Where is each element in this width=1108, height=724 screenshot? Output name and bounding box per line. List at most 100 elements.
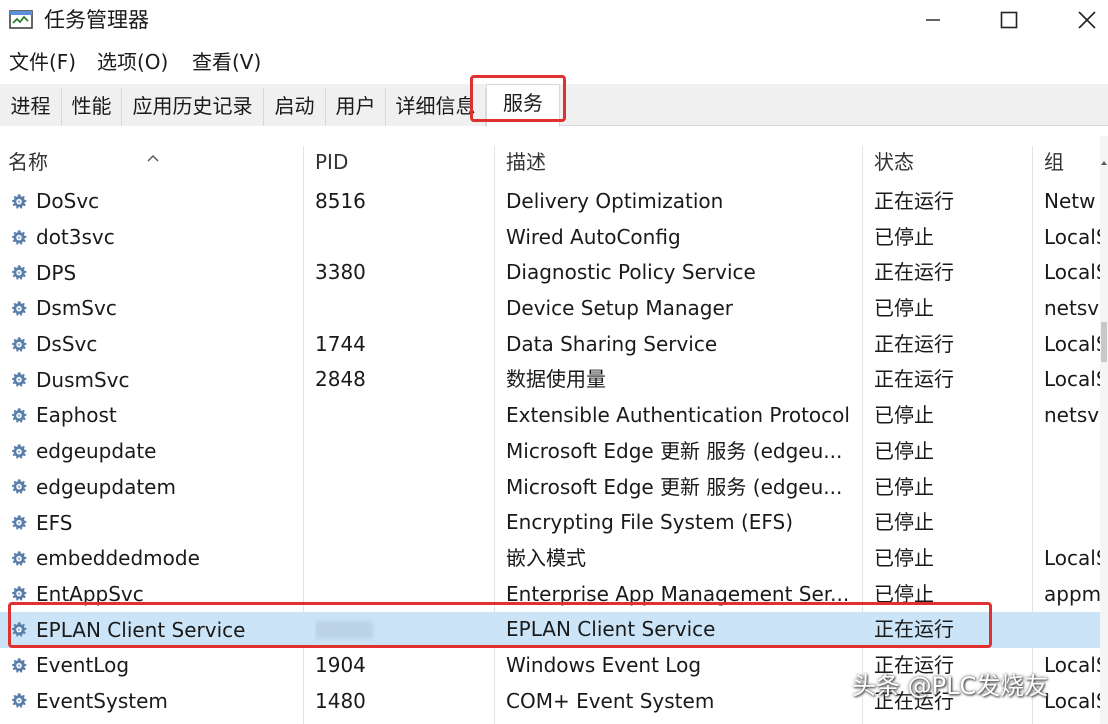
column-header-description[interactable]: 描述 (498, 144, 860, 180)
service-group: LocalS (1044, 331, 1100, 356)
service-gear-icon (11, 550, 27, 566)
service-gear-icon (11, 622, 27, 637)
service-gear-icon (11, 586, 27, 602)
close-icon (1078, 11, 1096, 29)
service-name: EFS (36, 510, 73, 535)
table-row[interactable]: EPLAN Client Service EPLAN Client Servic… (0, 612, 1100, 648)
tab-details[interactable]: 详细信息 (386, 88, 486, 126)
service-group (1044, 505, 1100, 541)
service-description: Data Sharing Service (506, 331, 718, 356)
service-name: DsSvc (36, 332, 98, 357)
column-header-status[interactable]: 状态 (866, 144, 1030, 180)
service-status: 已停止 (874, 545, 934, 570)
service-group: LocalS (1044, 545, 1100, 570)
title-bar: 任务管理器 (0, 0, 1108, 42)
tab-services[interactable]: 服务 (486, 84, 560, 127)
scrollbar-thumb[interactable] (1101, 322, 1107, 362)
minimize-button[interactable] (898, 0, 968, 40)
table-row[interactable]: DsmSvc Device Setup Manager 已停止 netsvc (0, 291, 1100, 327)
table-header: 名称 PID 描述 状态 组 (0, 144, 1100, 180)
tab-processes[interactable]: 进程 (0, 88, 62, 126)
service-group: LocalS (1044, 367, 1100, 392)
service-status: 正在运行 (874, 367, 954, 392)
tab-startup[interactable]: 启动 (264, 88, 326, 126)
service-gear-icon (11, 515, 27, 530)
service-pid: 1480 (315, 688, 366, 713)
service-name: DusmSvc (36, 367, 130, 392)
service-status: 正在运行 (874, 189, 954, 213)
service-gear-icon (11, 336, 27, 352)
service-name: edgeupdatem (36, 474, 176, 499)
service-group: netsvc (1044, 403, 1100, 428)
column-header-group[interactable]: 组 (1036, 144, 1100, 180)
tab-users[interactable]: 用户 (326, 88, 386, 126)
service-group: LocalS (1044, 224, 1100, 249)
tab-bar: 进程 性能 应用历史记录 启动 用户 详细信息 服务 (0, 84, 1108, 127)
service-description: 数据使用量 (506, 367, 606, 392)
service-group (1044, 470, 1100, 506)
menu-file[interactable]: 文件(F) (9, 46, 76, 78)
service-status: 已停止 (874, 474, 934, 499)
service-gear-icon (11, 194, 27, 209)
service-pid: 1744 (315, 331, 366, 356)
tab-app-history[interactable]: 应用历史记录 (122, 88, 264, 126)
service-gear-icon (11, 657, 27, 673)
service-pid (315, 291, 485, 327)
table-row[interactable]: EntAppSvc Enterprise App Management Ser.… (0, 577, 1100, 613)
service-name: dot3svc (36, 225, 115, 250)
service-name: EntAppSvc (36, 581, 144, 606)
service-description: Encrypting File System (EFS) (506, 510, 794, 535)
service-pid (315, 220, 485, 256)
service-status: 已停止 (874, 438, 934, 463)
maximize-icon (1000, 11, 1018, 29)
service-gear-icon (11, 408, 27, 423)
service-description: 嵌入模式 (506, 545, 586, 570)
service-pid (315, 398, 485, 434)
service-status: 正在运行 (874, 617, 954, 642)
service-description: Extensible Authentication Protocol (506, 403, 850, 428)
service-gear-icon (11, 443, 27, 459)
service-name: DPS (36, 260, 77, 285)
sort-ascending-icon (146, 148, 160, 167)
service-group: netsvc (1044, 296, 1100, 321)
menu-view[interactable]: 查看(V) (192, 46, 261, 78)
table-row[interactable]: DoSvc 8516 Delivery Optimization 正在运行 Ne… (0, 184, 1100, 220)
table-row[interactable]: DPS 3380 Diagnostic Policy Service 正在运行 … (0, 255, 1100, 291)
table-row[interactable]: edgeupdate Microsoft Edge 更新 服务 (edgeu..… (0, 434, 1100, 470)
menu-bar: 文件(F) 选项(O) 查看(V) (0, 46, 1108, 78)
service-description: Diagnostic Policy Service (506, 260, 756, 285)
table-row[interactable]: DsSvc 1744 Data Sharing Service 正在运行 Loc… (0, 327, 1100, 363)
maximize-button[interactable] (974, 0, 1044, 40)
service-name: EventLog (36, 653, 130, 678)
service-name: edgeupdate (36, 439, 157, 464)
service-gear-icon (11, 479, 27, 495)
scroll-up-icon[interactable] (1100, 152, 1108, 171)
service-group: LocalS (1044, 652, 1100, 677)
table-body: DoSvc 8516 Delivery Optimization 正在运行 Ne… (0, 184, 1100, 719)
blurred-pid (315, 621, 373, 640)
service-group (1044, 434, 1100, 470)
service-gear-icon (11, 301, 27, 316)
table-row[interactable]: DusmSvc 2848 数据使用量 正在运行 LocalS (0, 362, 1100, 398)
table-row[interactable]: edgeupdatem Microsoft Edge 更新 服务 (edgeu.… (0, 470, 1100, 506)
service-gear-icon (11, 229, 27, 245)
service-pid: 8516 (315, 189, 366, 213)
service-group (1044, 612, 1100, 648)
service-gear-icon (11, 372, 27, 387)
service-group: Netw (1044, 189, 1096, 213)
table-row[interactable]: dot3svc Wired AutoConfig 已停止 LocalS (0, 220, 1100, 256)
table-row[interactable]: embeddedmode 嵌入模式 已停止 LocalS (0, 541, 1100, 577)
tab-performance[interactable]: 性能 (62, 88, 122, 126)
service-status: 已停止 (874, 296, 934, 321)
service-description: Microsoft Edge 更新 服务 (edgeu... (506, 474, 843, 499)
service-description: Device Setup Manager (506, 296, 733, 321)
service-name: embeddedmode (36, 546, 200, 571)
watermark: 头条 @PLC发烧友 (852, 672, 1049, 700)
table-row[interactable]: EFS Encrypting File System (EFS) 已停止 (0, 505, 1100, 541)
vertical-scrollbar[interactable] (1100, 136, 1108, 724)
close-button[interactable] (1052, 0, 1108, 40)
menu-options[interactable]: 选项(O) (97, 46, 168, 78)
service-description: Wired AutoConfig (506, 224, 681, 249)
column-header-pid[interactable]: PID (307, 144, 493, 180)
table-row[interactable]: Eaphost Extensible Authentication Protoc… (0, 398, 1100, 434)
